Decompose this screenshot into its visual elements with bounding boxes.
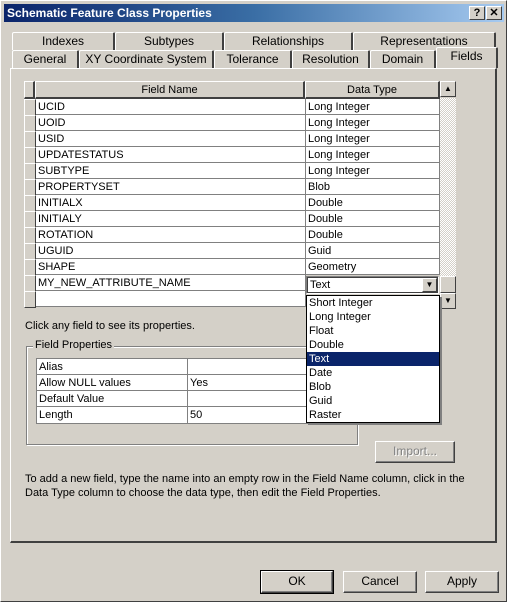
row-selector[interactable] <box>24 195 36 212</box>
property-name: Allow NULL values <box>39 377 131 389</box>
data-type-cell[interactable]: Double <box>306 227 440 243</box>
row-selector[interactable] <box>24 131 36 148</box>
data-type-cell[interactable]: Guid <box>306 243 440 259</box>
property-row: Default Value <box>37 391 307 407</box>
scroll-up-button[interactable]: ▲ <box>440 81 456 97</box>
row-selector[interactable] <box>24 179 36 196</box>
property-value[interactable] <box>187 359 308 375</box>
column-header-field-name[interactable]: Field Name <box>35 81 305 99</box>
data-type-combobox-value: Text <box>310 279 331 291</box>
close-button[interactable]: ✕ <box>486 6 502 20</box>
scroll-down-button[interactable]: ▼ <box>440 293 456 309</box>
data-type-cell[interactable]: Long Integer <box>306 163 440 179</box>
data-type-cell[interactable]: Blob <box>306 179 440 195</box>
tab-general[interactable]: General <box>12 50 79 68</box>
ok-button[interactable]: OK <box>260 570 334 594</box>
dropdown-option[interactable]: Raster <box>307 408 439 422</box>
data-type-cell[interactable]: Long Integer <box>306 147 440 163</box>
tab-subtypes[interactable]: Subtypes <box>115 32 224 50</box>
dialog-window: Schematic Feature Class Properties ? ✕ I… <box>0 0 507 602</box>
dropdown-option[interactable]: Text <box>307 352 439 366</box>
dropdown-option[interactable]: Float <box>307 324 439 338</box>
property-name: Alias <box>39 361 63 373</box>
dropdown-option[interactable]: Double <box>307 338 439 352</box>
field-name-cell[interactable]: UOID <box>36 115 306 131</box>
field-name-cell[interactable]: ROTATION <box>36 227 306 243</box>
dropdown-option[interactable]: Guid <box>307 394 439 408</box>
scrollbar-thumb[interactable] <box>440 276 456 293</box>
apply-button[interactable]: Apply <box>425 571 499 593</box>
dropdown-option[interactable]: Long Integer <box>307 310 439 324</box>
row-selector[interactable] <box>24 259 36 276</box>
tab-domain[interactable]: Domain <box>370 50 436 68</box>
row-selector[interactable] <box>24 163 36 180</box>
row-selector[interactable] <box>24 243 36 260</box>
row-selector[interactable] <box>24 115 36 132</box>
field-name-cell[interactable]: UGUID <box>36 243 306 259</box>
grid-corner-header <box>24 81 35 99</box>
data-type-cell[interactable]: Double <box>306 195 440 211</box>
property-name: Length <box>39 409 73 421</box>
window-title: Schematic Feature Class Properties <box>7 6 212 20</box>
row-selector[interactable] <box>24 291 36 308</box>
tab-xy-coordinate-system[interactable]: XY Coordinate System <box>79 50 214 68</box>
field-name-cell[interactable]: UPDATESTATUS <box>36 147 306 163</box>
scrollbar-track[interactable] <box>440 98 456 276</box>
field-name-cell[interactable]: SHAPE <box>36 259 306 275</box>
field-name-cell[interactable]: PROPERTYSET <box>36 179 306 195</box>
tab-indexes[interactable]: Indexes <box>12 32 115 50</box>
instructions-text: To add a new field, type the name into a… <box>25 473 465 499</box>
field-name-cell[interactable]: INITIALY <box>36 211 306 227</box>
combobox-dropdown-button[interactable]: ▼ <box>422 278 437 292</box>
field-name-cell[interactable] <box>36 291 306 307</box>
row-selector[interactable] <box>24 99 36 116</box>
row-selector[interactable] <box>24 275 36 292</box>
row-selector[interactable] <box>24 211 36 228</box>
arrow-up-icon: ▲ <box>444 84 452 93</box>
arrow-down-icon: ▼ <box>444 296 452 305</box>
column-header-data-type[interactable]: Data Type <box>305 81 440 99</box>
chevron-down-icon: ▼ <box>425 280 434 289</box>
property-name: Default Value <box>39 393 105 405</box>
data-type-cell[interactable]: Geometry <box>306 259 440 275</box>
tab-resolution[interactable]: Resolution <box>292 50 370 68</box>
dropdown-option[interactable]: Short Integer <box>307 296 439 310</box>
property-row: Length 50 <box>37 407 307 423</box>
data-type-cell[interactable]: Long Integer <box>306 99 440 115</box>
tab-fields[interactable]: Fields <box>436 47 498 68</box>
field-name-cell[interactable]: USID <box>36 131 306 147</box>
property-value[interactable]: 50 <box>187 407 308 423</box>
data-type-cell[interactable]: Long Integer <box>306 131 440 147</box>
data-type-cell[interactable]: Double <box>306 211 440 227</box>
close-icon: ✕ <box>489 7 499 19</box>
data-type-combobox[interactable]: Text ▼ <box>306 276 439 294</box>
field-properties-legend: Field Properties <box>33 339 115 351</box>
data-type-cell[interactable]: Long Integer <box>306 115 440 131</box>
dropdown-option[interactable]: Blob <box>307 380 439 394</box>
field-name-cell[interactable]: INITIALX <box>36 195 306 211</box>
property-value[interactable]: Yes <box>187 375 308 391</box>
title-bar[interactable]: Schematic Feature Class Properties ? ✕ <box>4 4 504 22</box>
cancel-button[interactable]: Cancel <box>343 571 417 593</box>
field-name-cell[interactable]: SUBTYPE <box>36 163 306 179</box>
import-button[interactable]: Import... <box>375 441 455 463</box>
field-name-cell[interactable]: MY_NEW_ATTRIBUTE_NAME <box>36 275 306 291</box>
tab-relationships[interactable]: Relationships <box>224 32 353 50</box>
field-properties-table: Alias Allow NULL values Yes Default Value Le… <box>36 358 308 424</box>
dropdown-option[interactable]: Date <box>307 366 439 380</box>
row-selector[interactable] <box>24 227 36 244</box>
property-row: Allow NULL values Yes <box>37 375 307 391</box>
row-selector[interactable] <box>24 147 36 164</box>
tab-tolerance[interactable]: Tolerance <box>214 50 292 68</box>
field-name-cell[interactable]: UCID <box>36 99 306 115</box>
property-value[interactable] <box>187 391 308 407</box>
data-type-dropdown-list: Short Integer Long Integer Float Double Text… <box>306 295 440 423</box>
help-button[interactable]: ? <box>469 6 485 20</box>
property-row: Alias <box>37 359 307 375</box>
hint-text: Click any field to see its properties. <box>25 320 195 332</box>
